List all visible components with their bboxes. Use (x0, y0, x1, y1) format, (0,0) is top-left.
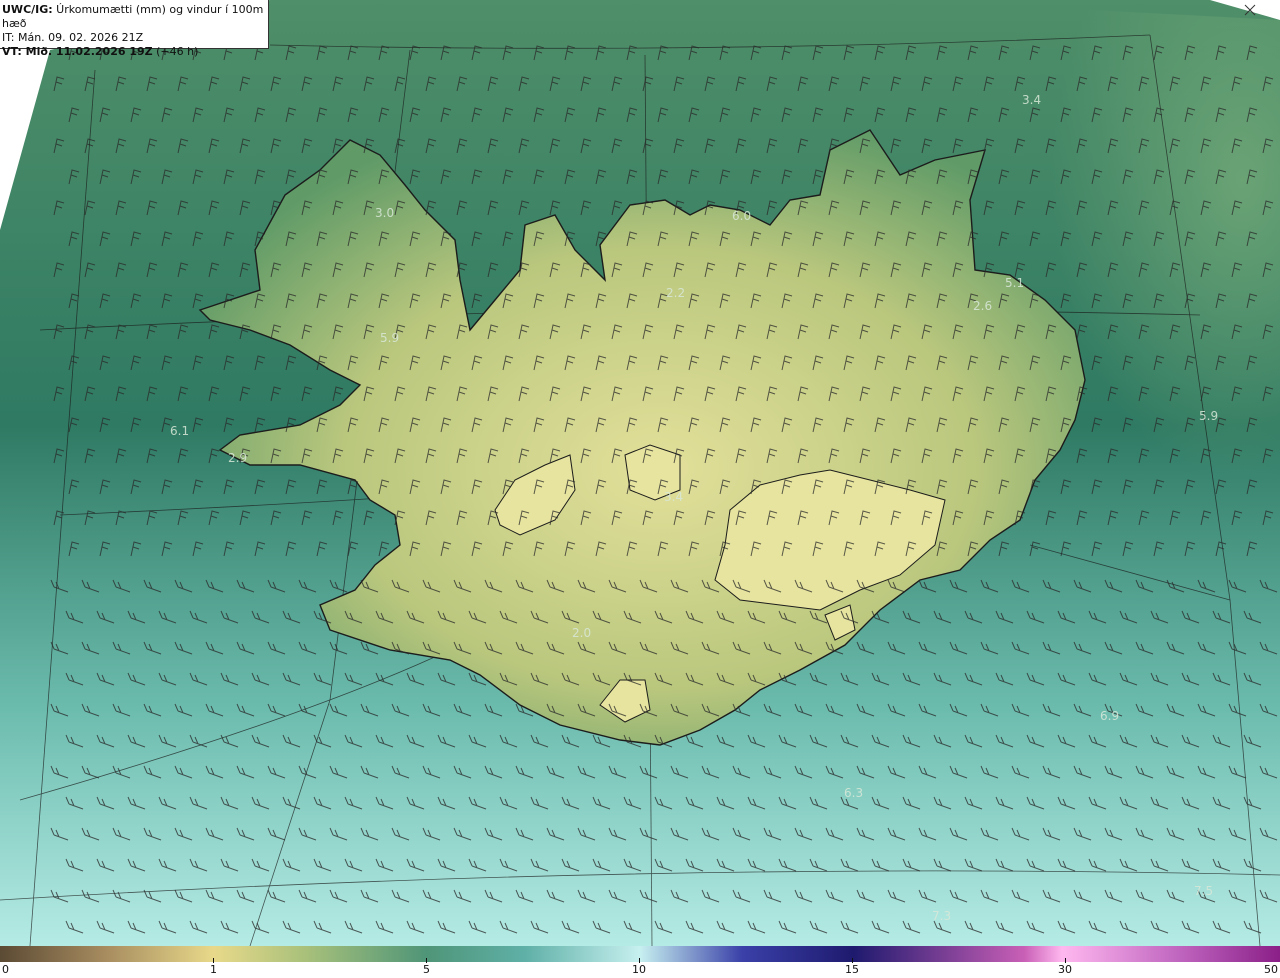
map-header: UWC/IG: Úrkomumætti (mm) og vindur í 100… (0, 0, 269, 58)
legend-tick-label: 1 (210, 963, 217, 976)
legend-tick-label: 5 (423, 963, 430, 976)
title-line: UWC/IG: Úrkomumætti (mm) og vindur í 100… (2, 3, 268, 31)
legend-tick-label: 30 (1058, 963, 1072, 976)
map-value: 5.1 (1005, 276, 1025, 290)
legend-tick-label: 0 (2, 963, 9, 976)
legend-tick-label: 15 (845, 963, 859, 976)
map-value: 7.5 (1194, 884, 1214, 898)
map-value: 3.0 (375, 206, 395, 220)
legend-colorbar (0, 946, 1280, 962)
legend-tick-label: 50 (1264, 963, 1278, 976)
map-value: 6.1 (170, 424, 190, 438)
valid-time: VT: Mið. 11.02.2026 19Z (2, 45, 153, 58)
map-value: 2.0 (572, 626, 592, 640)
valid-time-line: VT: Mið. 11.02.2026 19Z (+46 h) (2, 45, 268, 59)
map-value: 3.4 (664, 490, 684, 504)
model-label: UWC/IG: (2, 3, 53, 16)
color-legend: 0 1 5 10 15 30 50 (0, 946, 1280, 978)
map-value: 6.0 (732, 209, 752, 223)
map-value: 5.9 (1199, 409, 1219, 423)
map-value: 2.6 (973, 299, 993, 313)
map-value: 2.9 (228, 451, 248, 465)
map-value: 3.4 (1022, 93, 1042, 107)
legend-tick-label: 10 (632, 963, 646, 976)
valid-offset: (+46 h) (152, 45, 199, 58)
precipitation-map (0, 0, 1280, 946)
map-value: 6.9 (1100, 709, 1120, 723)
map-value: 7.3 (932, 909, 952, 923)
map-value: 2.2 (666, 286, 686, 300)
map-value: 6.3 (844, 786, 864, 800)
init-time: IT: Mán. 09. 02. 2026 21Z (2, 31, 144, 44)
map-value: 5.9 (380, 331, 400, 345)
